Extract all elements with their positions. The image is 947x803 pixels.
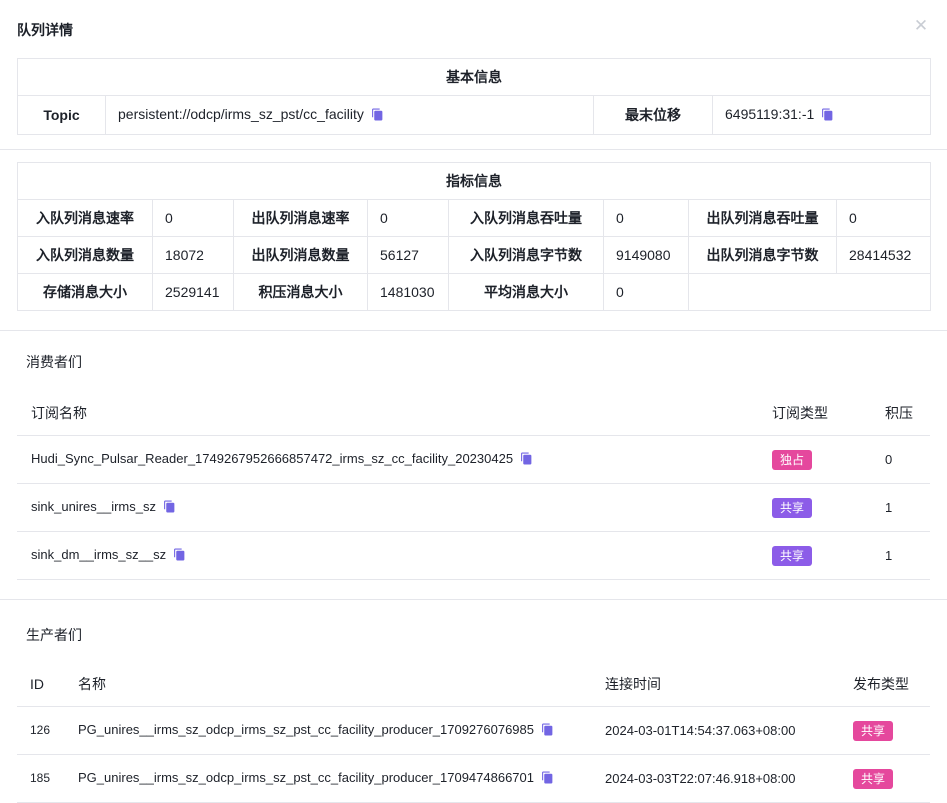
column-header-backlog: 积压	[868, 395, 930, 436]
table-row: 入队列消息数量 18072 出队列消息数量 56127 入队列消息字节数 914…	[18, 237, 931, 274]
subscription-type-cell: 独占	[755, 436, 868, 484]
table-row: sink_dm__irms_sz__sz 共享 1	[17, 532, 930, 580]
subscription-name: Hudi_Sync_Pulsar_Reader_1749267952666857…	[31, 451, 513, 466]
metric-label: 出队列消息数量	[234, 237, 368, 274]
metric-label: 入队列消息吞吐量	[449, 200, 604, 237]
backlog-value: 1	[868, 532, 930, 580]
subscription-name: sink_dm__irms_sz__sz	[31, 547, 166, 562]
metric-label: 存储消息大小	[18, 274, 153, 311]
copy-icon[interactable]	[541, 772, 554, 787]
metrics-table: 指标信息 入队列消息速率 0 出队列消息速率 0 入队列消息吞吐量 0 出队列消…	[17, 162, 931, 311]
table-row: 存储消息大小 2529141 积压消息大小 1481030 平均消息大小 0	[18, 274, 931, 311]
metric-value: 28414532	[837, 237, 931, 274]
backlog-value: 1	[868, 484, 930, 532]
metric-value: 0	[604, 200, 689, 237]
metric-value: 0	[368, 200, 449, 237]
producer-connect-time: 2024-03-01T14:54:37.063+08:00	[605, 707, 840, 755]
producer-id: 126	[17, 707, 65, 755]
copy-icon[interactable]	[163, 501, 176, 516]
producer-name-cell: PG_unires__irms_sz_odcp_irms_sz_pst_cc_f…	[65, 707, 605, 755]
last-offset-value-cell: 6495119:31:-1	[713, 96, 931, 135]
subscription-type-cell: 共享	[755, 532, 868, 580]
metric-value: 0	[153, 200, 234, 237]
topic-value-cell: persistent://odcp/irms_sz_pst/cc_facilit…	[106, 96, 594, 135]
metric-value: 1481030	[368, 274, 449, 311]
metric-label: 入队列消息字节数	[449, 237, 604, 274]
column-header-subscription-name: 订阅名称	[17, 395, 755, 436]
close-icon[interactable]: ✕	[911, 16, 931, 36]
divider	[0, 330, 947, 331]
backlog-value: 0	[868, 436, 930, 484]
page-title: 队列详情	[17, 22, 73, 38]
subscription-name-cell: sink_dm__irms_sz__sz	[17, 532, 755, 580]
empty-cell	[689, 274, 931, 311]
metric-value: 2529141	[153, 274, 234, 311]
divider	[0, 599, 947, 600]
producer-name: PG_unires__irms_sz_odcp_irms_sz_pst_cc_f…	[78, 722, 534, 737]
last-offset-value: 6495119:31:-1	[725, 106, 814, 122]
divider	[0, 149, 947, 150]
producers-section-title: 生产者们	[26, 625, 947, 645]
metric-label: 出队列消息字节数	[689, 237, 837, 274]
subscription-type-badge: 共享	[772, 498, 812, 518]
column-header-publish-type: 发布类型	[840, 666, 930, 707]
consumers-table: 订阅名称 订阅类型 积压 Hudi_Sync_Pulsar_Reader_174…	[17, 395, 930, 580]
subscription-name-cell: sink_unires__irms_sz	[17, 484, 755, 532]
metric-label: 出队列消息吞吐量	[689, 200, 837, 237]
subscription-name: sink_unires__irms_sz	[31, 499, 156, 514]
subscription-name-cell: Hudi_Sync_Pulsar_Reader_1749267952666857…	[17, 436, 755, 484]
copy-icon[interactable]	[821, 108, 834, 124]
publish-type-badge: 共享	[853, 721, 893, 741]
table-row: sink_unires__irms_sz 共享 1	[17, 484, 930, 532]
table-row: 入队列消息速率 0 出队列消息速率 0 入队列消息吞吐量 0 出队列消息吞吐量 …	[18, 200, 931, 237]
metrics-section-header: 指标信息	[18, 163, 931, 200]
basic-info-section-header: 基本信息	[18, 59, 931, 96]
metric-label: 出队列消息速率	[234, 200, 368, 237]
topic-value: persistent://odcp/irms_sz_pst/cc_facilit…	[118, 106, 364, 122]
copy-icon[interactable]	[371, 108, 384, 124]
metric-value: 18072	[153, 237, 234, 274]
column-header-name: 名称	[65, 666, 605, 707]
metric-label: 入队列消息速率	[18, 200, 153, 237]
table-row: Topic persistent://odcp/irms_sz_pst/cc_f…	[18, 96, 931, 135]
copy-icon[interactable]	[541, 724, 554, 739]
publish-type-cell: 共享	[840, 707, 930, 755]
column-header-id: ID	[17, 666, 65, 707]
metric-label: 平均消息大小	[449, 274, 604, 311]
copy-icon[interactable]	[173, 549, 186, 564]
consumers-section-title: 消费者们	[26, 352, 947, 372]
topic-label: Topic	[18, 96, 106, 135]
table-row: Hudi_Sync_Pulsar_Reader_1749267952666857…	[17, 436, 930, 484]
metric-label: 入队列消息数量	[18, 237, 153, 274]
basic-info-table: 基本信息 Topic persistent://odcp/irms_sz_pst…	[17, 58, 931, 135]
metric-value: 0	[604, 274, 689, 311]
producer-name: PG_unires__irms_sz_odcp_irms_sz_pst_cc_f…	[78, 770, 534, 785]
dialog-header: 队列详情 ✕	[0, 0, 947, 37]
metric-label: 积压消息大小	[234, 274, 368, 311]
subscription-type-cell: 共享	[755, 484, 868, 532]
subscription-type-badge: 共享	[772, 546, 812, 566]
column-header-subscription-type: 订阅类型	[755, 395, 868, 436]
column-header-connect-time: 连接时间	[605, 666, 840, 707]
producers-table: ID 名称 连接时间 发布类型 126 PG_unires__irms_sz_o…	[17, 666, 930, 803]
metric-value: 0	[837, 200, 931, 237]
metric-value: 9149080	[604, 237, 689, 274]
copy-icon[interactable]	[520, 453, 533, 468]
table-row: 126 PG_unires__irms_sz_odcp_irms_sz_pst_…	[17, 707, 930, 755]
metric-value: 56127	[368, 237, 449, 274]
subscription-type-badge: 独占	[772, 450, 812, 470]
last-offset-label: 最末位移	[594, 96, 713, 135]
